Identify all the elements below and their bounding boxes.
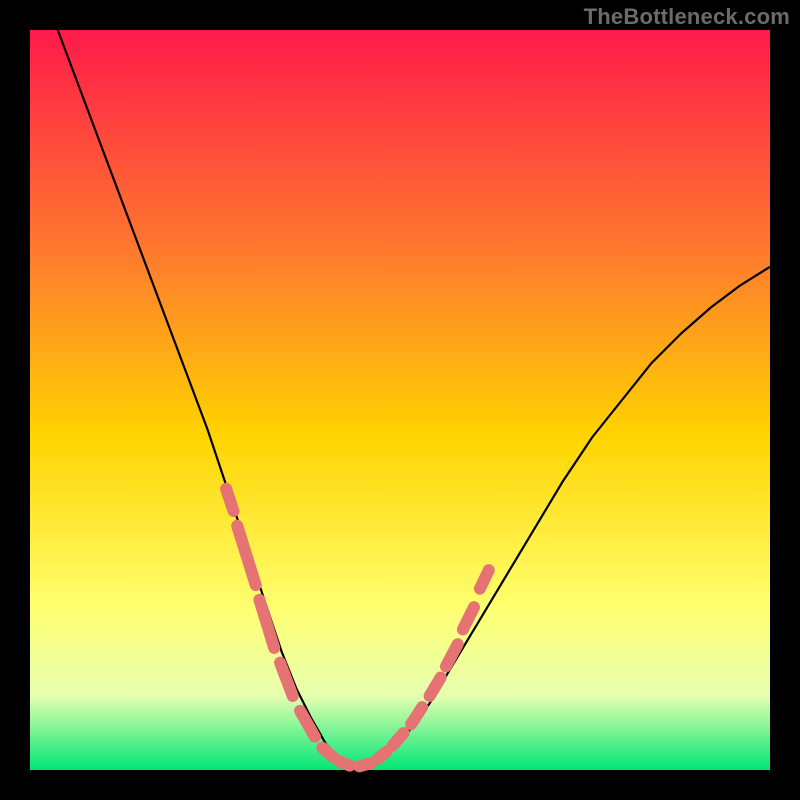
highlight-dash — [359, 763, 370, 766]
highlight-dash — [393, 733, 404, 746]
highlight-dash — [480, 570, 489, 589]
highlight-dash — [322, 748, 333, 758]
plot-background — [30, 30, 770, 770]
highlight-dash — [339, 761, 349, 766]
chart-frame: TheBottleneck.com — [0, 0, 800, 800]
highlight-dash — [226, 489, 233, 511]
watermark-label: TheBottleneck.com — [584, 4, 790, 30]
bottleneck-chart — [0, 0, 800, 800]
highlight-dash — [378, 752, 387, 759]
